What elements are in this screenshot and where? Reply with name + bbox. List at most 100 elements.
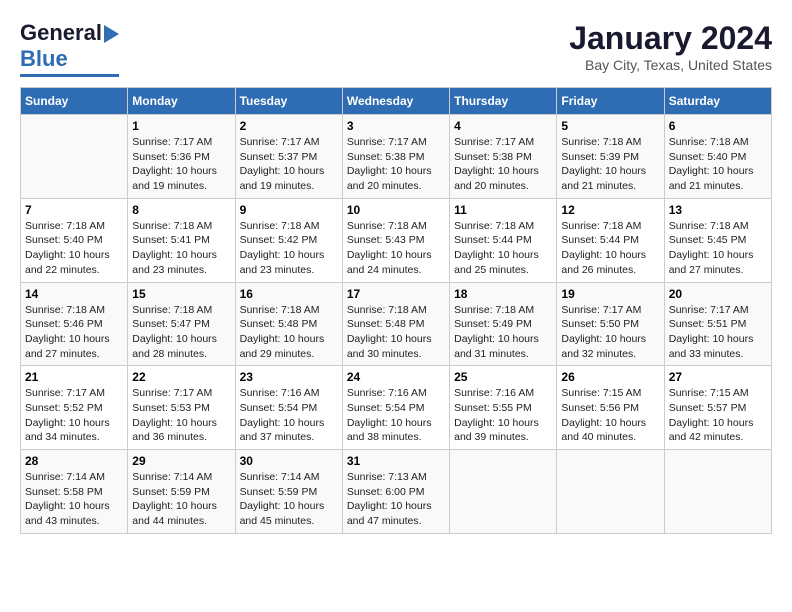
- calendar-cell: 28 Sunrise: 7:14 AM Sunset: 5:58 PM Dayli…: [21, 450, 128, 534]
- calendar-cell: 31 Sunrise: 7:13 AM Sunset: 6:00 PM Dayli…: [342, 450, 449, 534]
- day-info: Sunrise: 7:18 AM Sunset: 5:48 PM Dayligh…: [347, 303, 445, 362]
- day-of-week-wednesday: Wednesday: [342, 88, 449, 115]
- calendar-cell: 15Sunrise: 7:18 AM Sunset: 5:47 PM Dayli…: [128, 282, 235, 366]
- day-number: 4: [454, 119, 552, 133]
- calendar-cell: 26Sunrise: 7:15 AM Sunset: 5:56 PM Dayli…: [557, 366, 664, 450]
- calendar-cell: 5 Sunrise: 7:18 AM Sunset: 5:39 PM Daylig…: [557, 115, 664, 199]
- calendar-cell: 7Sunrise: 7:18 AM Sunset: 5:40 PM Daylig…: [21, 198, 128, 282]
- logo-arrow-icon: [104, 25, 119, 43]
- logo: General Blue: [20, 20, 119, 77]
- calendar-cell: 18 Sunrise: 7:18 AM Sunset: 5:49 PM Dayli…: [450, 282, 557, 366]
- day-number: 3: [347, 119, 445, 133]
- day-number: 12: [561, 203, 659, 217]
- day-number: 13: [669, 203, 767, 217]
- day-number: 9: [240, 203, 338, 217]
- calendar-title: January 2024: [569, 20, 772, 57]
- day-info: Sunrise: 7:17 AM Sunset: 5:52 PM Dayligh…: [25, 386, 123, 445]
- day-number: 1: [132, 119, 230, 133]
- calendar-cell: 17 Sunrise: 7:18 AM Sunset: 5:48 PM Dayli…: [342, 282, 449, 366]
- calendar-cell: [557, 450, 664, 534]
- day-number: 20: [669, 287, 767, 301]
- calendar-cell: 19 Sunrise: 7:17 AM Sunset: 5:50 PM Dayli…: [557, 282, 664, 366]
- calendar-week-1: 1 Sunrise: 7:17 AM Sunset: 5:36 PM Daylig…: [21, 115, 772, 199]
- day-number: 5: [561, 119, 659, 133]
- calendar-cell: 11 Sunrise: 7:18 AM Sunset: 5:44 PM Dayli…: [450, 198, 557, 282]
- day-number: 19: [561, 287, 659, 301]
- day-info: Sunrise: 7:17 AM Sunset: 5:51 PM Dayligh…: [669, 303, 767, 362]
- day-info: Sunrise: 7:16 AM Sunset: 5:55 PM Dayligh…: [454, 386, 552, 445]
- calendar-week-3: 14 Sunrise: 7:18 AM Sunset: 5:46 PM Dayli…: [21, 282, 772, 366]
- day-of-week-sunday: Sunday: [21, 88, 128, 115]
- calendar-cell: 25 Sunrise: 7:16 AM Sunset: 5:55 PM Dayli…: [450, 366, 557, 450]
- day-number: 2: [240, 119, 338, 133]
- calendar-cell: 24 Sunrise: 7:16 AM Sunset: 5:54 PM Dayli…: [342, 366, 449, 450]
- calendar-table: SundayMondayTuesdayWednesdayThursdayFrid…: [20, 87, 772, 534]
- day-info: Sunrise: 7:15 AM Sunset: 5:57 PM Dayligh…: [669, 386, 767, 445]
- day-info: Sunrise: 7:14 AM Sunset: 5:58 PM Dayligh…: [25, 470, 123, 529]
- calendar-cell: 8 Sunrise: 7:18 AM Sunset: 5:41 PM Daylig…: [128, 198, 235, 282]
- logo-blue: Blue: [20, 46, 68, 72]
- calendar-cell: 21 Sunrise: 7:17 AM Sunset: 5:52 PM Dayli…: [21, 366, 128, 450]
- day-info: Sunrise: 7:17 AM Sunset: 5:36 PM Dayligh…: [132, 135, 230, 194]
- day-info: Sunrise: 7:18 AM Sunset: 5:48 PM Dayligh…: [240, 303, 338, 362]
- day-info: Sunrise: 7:16 AM Sunset: 5:54 PM Dayligh…: [347, 386, 445, 445]
- calendar-cell: [664, 450, 771, 534]
- day-number: 16: [240, 287, 338, 301]
- calendar-cell: 20 Sunrise: 7:17 AM Sunset: 5:51 PM Dayli…: [664, 282, 771, 366]
- day-of-week-thursday: Thursday: [450, 88, 557, 115]
- day-info: Sunrise: 7:17 AM Sunset: 5:53 PM Dayligh…: [132, 386, 230, 445]
- day-number: 29: [132, 454, 230, 468]
- day-info: Sunrise: 7:18 AM Sunset: 5:49 PM Dayligh…: [454, 303, 552, 362]
- day-info: Sunrise: 7:18 AM Sunset: 5:43 PM Dayligh…: [347, 219, 445, 278]
- day-info: Sunrise: 7:14 AM Sunset: 5:59 PM Dayligh…: [132, 470, 230, 529]
- day-info: Sunrise: 7:18 AM Sunset: 5:42 PM Dayligh…: [240, 219, 338, 278]
- day-of-week-saturday: Saturday: [664, 88, 771, 115]
- day-info: Sunrise: 7:17 AM Sunset: 5:37 PM Dayligh…: [240, 135, 338, 194]
- calendar-cell: 13Sunrise: 7:18 AM Sunset: 5:45 PM Dayli…: [664, 198, 771, 282]
- calendar-cell: 10Sunrise: 7:18 AM Sunset: 5:43 PM Dayli…: [342, 198, 449, 282]
- calendar-week-2: 7Sunrise: 7:18 AM Sunset: 5:40 PM Daylig…: [21, 198, 772, 282]
- day-info: Sunrise: 7:18 AM Sunset: 5:46 PM Dayligh…: [25, 303, 123, 362]
- day-number: 31: [347, 454, 445, 468]
- day-info: Sunrise: 7:18 AM Sunset: 5:41 PM Dayligh…: [132, 219, 230, 278]
- day-number: 25: [454, 370, 552, 384]
- day-info: Sunrise: 7:14 AM Sunset: 5:59 PM Dayligh…: [240, 470, 338, 529]
- day-info: Sunrise: 7:13 AM Sunset: 6:00 PM Dayligh…: [347, 470, 445, 529]
- calendar-cell: 12 Sunrise: 7:18 AM Sunset: 5:44 PM Dayli…: [557, 198, 664, 282]
- calendar-cell: [450, 450, 557, 534]
- day-number: 28: [25, 454, 123, 468]
- page-header: General Blue January 2024 Bay City, Texa…: [20, 20, 772, 77]
- day-number: 27: [669, 370, 767, 384]
- day-number: 24: [347, 370, 445, 384]
- day-info: Sunrise: 7:18 AM Sunset: 5:44 PM Dayligh…: [561, 219, 659, 278]
- day-number: 8: [132, 203, 230, 217]
- logo-general: General: [20, 20, 102, 46]
- day-number: 17: [347, 287, 445, 301]
- calendar-cell: 22 Sunrise: 7:17 AM Sunset: 5:53 PM Dayli…: [128, 366, 235, 450]
- day-info: Sunrise: 7:18 AM Sunset: 5:40 PM Dayligh…: [25, 219, 123, 278]
- day-number: 18: [454, 287, 552, 301]
- calendar-week-5: 28 Sunrise: 7:14 AM Sunset: 5:58 PM Dayli…: [21, 450, 772, 534]
- days-header-row: SundayMondayTuesdayWednesdayThursdayFrid…: [21, 88, 772, 115]
- day-of-week-monday: Monday: [128, 88, 235, 115]
- calendar-week-4: 21 Sunrise: 7:17 AM Sunset: 5:52 PM Dayli…: [21, 366, 772, 450]
- day-number: 26: [561, 370, 659, 384]
- logo-underline: [20, 74, 119, 77]
- day-number: 22: [132, 370, 230, 384]
- calendar-cell: 27 Sunrise: 7:15 AM Sunset: 5:57 PM Dayli…: [664, 366, 771, 450]
- day-info: Sunrise: 7:17 AM Sunset: 5:50 PM Dayligh…: [561, 303, 659, 362]
- calendar-cell: 6Sunrise: 7:18 AM Sunset: 5:40 PM Daylig…: [664, 115, 771, 199]
- calendar-cell: 3Sunrise: 7:17 AM Sunset: 5:38 PM Daylig…: [342, 115, 449, 199]
- calendar-cell: 16 Sunrise: 7:18 AM Sunset: 5:48 PM Dayli…: [235, 282, 342, 366]
- calendar-cell: 1 Sunrise: 7:17 AM Sunset: 5:36 PM Daylig…: [128, 115, 235, 199]
- calendar-cell: 2 Sunrise: 7:17 AM Sunset: 5:37 PM Daylig…: [235, 115, 342, 199]
- calendar-cell: 30Sunrise: 7:14 AM Sunset: 5:59 PM Dayli…: [235, 450, 342, 534]
- day-number: 11: [454, 203, 552, 217]
- day-info: Sunrise: 7:18 AM Sunset: 5:39 PM Dayligh…: [561, 135, 659, 194]
- day-info: Sunrise: 7:18 AM Sunset: 5:44 PM Dayligh…: [454, 219, 552, 278]
- day-info: Sunrise: 7:18 AM Sunset: 5:47 PM Dayligh…: [132, 303, 230, 362]
- day-number: 14: [25, 287, 123, 301]
- calendar-cell: [21, 115, 128, 199]
- day-number: 21: [25, 370, 123, 384]
- day-of-week-tuesday: Tuesday: [235, 88, 342, 115]
